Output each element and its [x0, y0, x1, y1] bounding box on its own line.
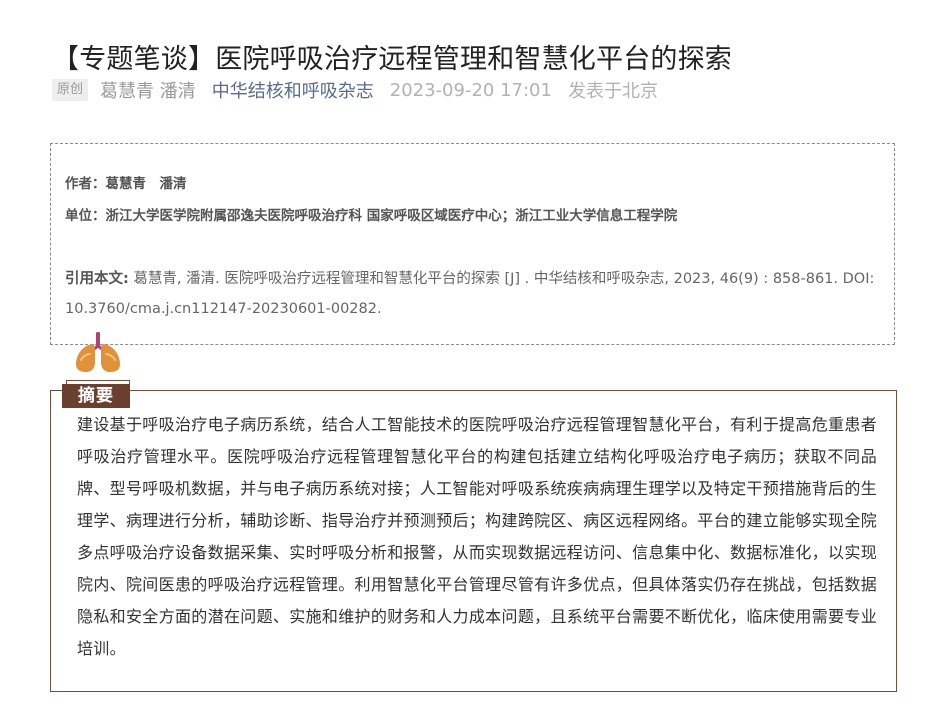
meta-authors: 葛慧青 潘清 [100, 81, 196, 102]
left-lung-shape [76, 344, 95, 372]
info-author-line: 作者：葛慧青 潘清 [65, 176, 187, 192]
article-meta: 原创 葛慧青 潘清 中华结核和呼吸杂志 2023-09-20 17:01 发表于… [52, 76, 658, 104]
article-title: 【专题笔谈】医院呼吸治疗远程管理和智慧化平台的探索 [52, 44, 732, 76]
citation: 引用本文: 葛慧青, 潘清. 医院呼吸治疗远程管理和智慧化平台的探索 [J] .… [65, 264, 885, 324]
abstract-heading-tab: 摘要 [62, 380, 134, 408]
abstract-text: 建设基于呼吸治疗电子病历系统，结合人工智能技术的医院呼吸治疗远程管理智慧化平台，… [77, 415, 877, 658]
original-badge: 原创 [52, 79, 89, 101]
info-unit-line: 单位：浙江大学医学院附属邵逸夫医院呼吸治疗科 国家呼吸区域医疗中心；浙江工业大学… [65, 208, 678, 224]
journal-link[interactable]: 中华结核和呼吸杂志 [212, 77, 374, 103]
lungs-icon [76, 332, 120, 372]
citation-label: 引用本文: [65, 271, 129, 287]
publish-location: 发表于北京 [567, 81, 658, 102]
abstract-heading: 摘要 [62, 384, 130, 408]
citation-text: 葛慧青, 潘清. 医院呼吸治疗远程管理和智慧化平台的探索 [J] . 中华结核和… [65, 271, 875, 317]
right-lung-shape [101, 344, 120, 372]
article-info-box: 作者：葛慧青 潘清 单位：浙江大学医学院附属邵逸夫医院呼吸治疗科 国家呼吸区域医… [50, 143, 895, 345]
publish-datetime: 2023-09-20 17:01 [389, 79, 552, 101]
